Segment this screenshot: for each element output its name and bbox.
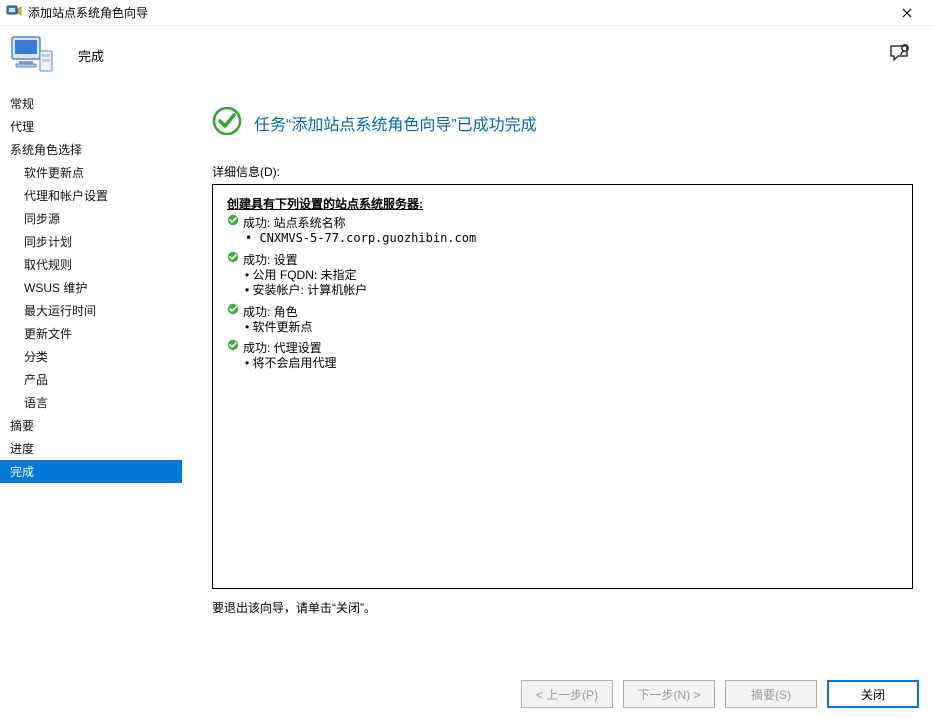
wizard-button-row: < 上一步(P) 下一步(N) > 摘要(S) 关闭 [521,680,919,708]
success-banner: 任务“添加站点系统角色向导”已成功完成 [212,106,913,139]
sidebar-item[interactable]: 常规 [0,92,182,115]
prev-button: < 上一步(P) [521,680,613,708]
check-icon [227,251,239,263]
result-title: 成功: 站点系统名称 [243,214,346,231]
titlebar: 添加站点系统角色向导 [0,0,933,26]
result-subline: • 将不会启用代理 [245,356,898,372]
sidebar-item-label: 同步源 [24,212,60,226]
sidebar-item-label: 软件更新点 [24,166,84,180]
feedback-icon[interactable] [889,44,911,67]
result-subline: • CNXMVS-5-77.corp.guozhibin.com [245,231,898,247]
close-icon [902,8,912,18]
sidebar-item[interactable]: 最大运行时间 [0,299,182,322]
result-block: 成功: 站点系统名称• CNXMVS-5-77.corp.guozhibin.c… [227,214,898,247]
sidebar-item-label: 语言 [24,396,48,410]
sidebar-item[interactable]: 更新文件 [0,322,182,345]
result-title: 成功: 代理设置 [243,339,322,356]
sidebar-item-label: 系统角色选择 [10,143,82,157]
sidebar-item-label: 进度 [10,442,34,456]
sidebar-item[interactable]: 代理 [0,115,182,138]
sidebar-item-label: 代理和帐户设置 [24,189,108,203]
result-block: 成功: 代理设置• 将不会启用代理 [227,339,898,372]
check-icon [227,339,239,351]
wizard-sidebar: 常规代理系统角色选择软件更新点代理和帐户设置同步源同步计划取代规则 WSUS 维护… [0,84,182,664]
window-title: 添加站点系统角色向导 [28,4,148,21]
sidebar-item[interactable]: 完成 [0,460,182,483]
header-strip: 完成 [0,26,933,84]
sidebar-item-label: WSUS 维护 [24,281,87,295]
check-icon [227,214,239,226]
result-title-line: 成功: 代理设置 [227,339,898,356]
next-button: 下一步(N) > [623,680,715,708]
summary-button: 摘要(S) [725,680,817,708]
page-title: 完成 [78,46,104,65]
sidebar-item-label: 摘要 [10,419,34,433]
sidebar-item[interactable]: 同步计划 [0,230,182,253]
check-icon [227,303,239,315]
detail-label: 详细信息(D): [212,163,913,180]
sidebar-item[interactable]: 系统角色选择 [0,138,182,161]
sidebar-item[interactable]: WSUS 维护 [0,276,182,299]
sidebar-item[interactable]: 同步源 [0,207,182,230]
window-close-button[interactable] [887,1,927,25]
sidebar-item[interactable]: 取代规则 [0,253,182,276]
sidebar-item-label: 同步计划 [24,235,72,249]
result-subline: • 软件更新点 [245,320,898,336]
result-subline: • 安装帐户: 计算机帐户 [245,283,898,299]
app-icon [6,3,22,22]
sidebar-item-label: 取代规则 [24,258,72,272]
sidebar-item-label: 产品 [24,373,48,387]
exit-hint: 要退出该向导，请单击“关闭”。 [212,599,913,616]
result-block: 成功: 设置• 公用 FQDN: 未指定• 安装帐户: 计算机帐户 [227,251,898,299]
sidebar-item-label: 更新文件 [24,327,72,341]
sidebar-item[interactable]: 分类 [0,345,182,368]
sidebar-item[interactable]: 进度 [0,437,182,460]
detail-heading: 创建具有下列设置的站点系统服务器: [227,195,898,212]
sidebar-item[interactable]: 软件更新点 [0,161,182,184]
result-title-line: 成功: 站点系统名称 [227,214,898,231]
result-title: 成功: 角色 [243,303,298,320]
checkmark-icon [212,106,242,139]
sidebar-item-label: 最大运行时间 [24,304,96,318]
sidebar-item[interactable]: 代理和帐户设置 [0,184,182,207]
sidebar-item[interactable]: 摘要 [0,414,182,437]
sidebar-item-label: 完成 [10,465,34,479]
sidebar-item[interactable]: 语言 [0,391,182,414]
sidebar-item-label: 分类 [24,350,48,364]
close-button[interactable]: 关闭 [827,680,919,708]
result-title-line: 成功: 设置 [227,251,898,268]
success-banner-text: 任务“添加站点系统角色向导”已成功完成 [254,111,537,135]
result-title-line: 成功: 角色 [227,303,898,320]
result-block: 成功: 角色• 软件更新点 [227,303,898,336]
result-subline: • 公用 FQDN: 未指定 [245,268,898,284]
wizard-content: 任务“添加站点系统角色向导”已成功完成 详细信息(D): 创建具有下列设置的站点… [182,84,933,664]
sidebar-item[interactable]: 产品 [0,368,182,391]
detail-box[interactable]: 创建具有下列设置的站点系统服务器: 成功: 站点系统名称• CNXMVS-5-7… [212,184,913,589]
sidebar-item-label: 代理 [10,120,34,134]
result-title: 成功: 设置 [243,251,298,268]
computer-icon [10,33,56,78]
sidebar-item-label: 常规 [10,97,34,111]
main-row: 常规代理系统角色选择软件更新点代理和帐户设置同步源同步计划取代规则 WSUS 维护… [0,84,933,664]
